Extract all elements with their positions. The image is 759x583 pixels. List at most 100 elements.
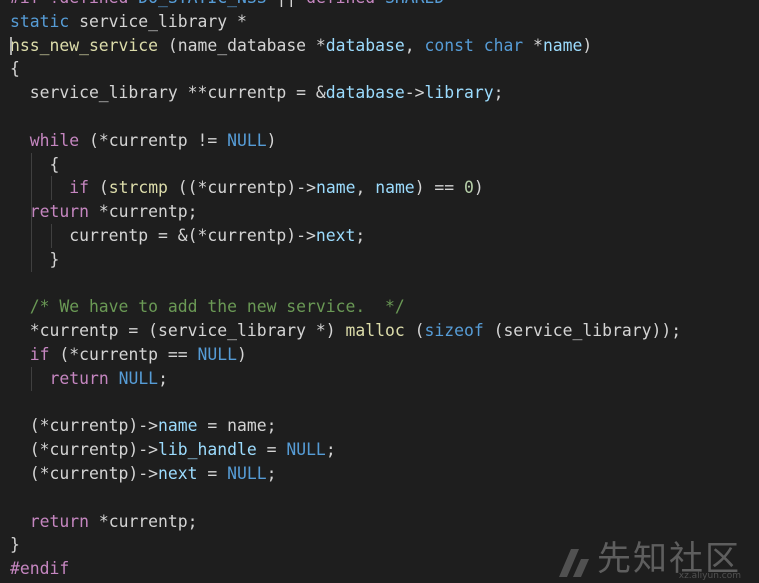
code-line: /* We have to add the new service. */ — [10, 295, 681, 319]
code-token: *currentp; — [88, 202, 198, 222]
code-token: service_library **currentp = & — [10, 83, 326, 103]
code-token: lib_handle — [158, 440, 257, 460]
code-token: ((*currentp)-> — [167, 178, 316, 198]
code-token: return — [29, 511, 89, 531]
watermark: 先知社区 xz.aliyun.com — [557, 539, 741, 581]
code-token: defined — [306, 0, 385, 7]
code-token: static — [10, 11, 80, 31]
watermark-url: xz.aliyun.com — [678, 571, 741, 581]
indent-guide — [30, 152, 32, 177]
code-editor[interactable]: #if !defined DO_STATIC_NSS || defined SH… — [0, 0, 759, 583]
code-token: ) == — [414, 178, 465, 198]
code-token: name — [315, 178, 356, 198]
code-token: } — [10, 535, 20, 555]
code-token: = — [256, 440, 287, 460]
code-token: strcmp — [108, 178, 168, 198]
code-token: NULL — [227, 463, 267, 483]
code-token: ; — [493, 83, 504, 103]
indent-guide — [50, 176, 52, 201]
code-line: return *currentp; — [10, 200, 681, 224]
code-token: (service_library)); — [483, 321, 682, 341]
code-token: ) — [266, 130, 277, 150]
code-token: ( — [404, 321, 425, 341]
code-token: ( — [88, 178, 109, 198]
code-token: || — [267, 0, 306, 7]
code-token: malloc — [345, 321, 405, 341]
text-cursor — [10, 36, 12, 55]
code-line: service_library **currentp = &database->… — [10, 81, 681, 105]
code-token: currentp = &(*currentp)-> — [10, 225, 316, 245]
code-token: (*currentp)-> — [10, 416, 159, 436]
code-token: nss_new_service — [10, 35, 159, 55]
indent-guide — [30, 247, 32, 272]
code-token: (*currentp)-> — [10, 463, 159, 483]
code-token: name — [158, 416, 198, 436]
code-token: { — [10, 59, 20, 79]
code-line: #if !defined DO_STATIC_NSS || defined SH… — [10, 0, 681, 10]
code-token: (name_database * — [158, 35, 326, 55]
code-token: database — [325, 35, 405, 55]
code-token: if — [29, 344, 50, 364]
code-token: if — [69, 178, 89, 198]
code-token: database — [325, 83, 405, 103]
code-line: return NULL; — [10, 366, 681, 391]
code-token: library — [424, 83, 494, 103]
code-token: 0 — [464, 178, 474, 198]
code-token: ) — [473, 178, 484, 198]
code-line: currentp = &(*currentp)->next; — [10, 223, 681, 248]
code-token: DO_STATIC_NSS — [138, 0, 266, 7]
code-token: const char — [424, 35, 524, 55]
code-token: next — [158, 463, 198, 483]
code-line: *currentp = (service_library *) malloc (… — [10, 319, 681, 343]
code-line: (*currentp)->lib_handle = NULL; — [10, 438, 681, 462]
code-token: /* We have to add the new service. */ — [10, 297, 405, 317]
code-token: NULL — [118, 368, 159, 388]
code-token: = — [197, 463, 228, 483]
code-line: while (*currentp != NULL) — [10, 129, 681, 153]
code-token: #if !defined — [10, 0, 138, 7]
code-token: ; — [158, 368, 168, 388]
code-line: (*currentp)->name = name; — [10, 414, 681, 438]
code-token: } — [10, 249, 60, 269]
code-line: static service_library * — [10, 10, 681, 34]
code-token: return — [49, 368, 109, 388]
code-token: service_library * — [79, 11, 247, 31]
code-token: ; — [355, 225, 366, 245]
code-token: name — [542, 35, 583, 55]
code-token: *currentp = (service_library *) — [10, 321, 346, 341]
code-token: , — [404, 35, 425, 55]
code-token: SHARED — [385, 0, 444, 7]
indent-guide — [50, 223, 52, 248]
code-token: -> — [404, 83, 425, 103]
code-token: ) — [582, 35, 593, 55]
code-line: if (strcmp ((*currentp)->name, name) == … — [10, 176, 681, 201]
indent-guide — [30, 176, 32, 201]
indent-guide — [30, 366, 32, 391]
code-lines: #if !defined DO_STATIC_NSS || defined SH… — [10, 0, 681, 581]
code-token: * — [523, 35, 543, 55]
code-token: #endif — [10, 559, 70, 579]
code-line: } — [10, 247, 681, 272]
code-line: { — [10, 152, 681, 177]
code-token: (*currentp)-> — [10, 440, 159, 460]
code-token: sizeof — [424, 321, 484, 341]
indent-guide — [30, 223, 32, 248]
code-token: NULL — [227, 130, 267, 150]
xianzhi-logo-icon — [559, 549, 589, 577]
code-line: { — [10, 57, 681, 81]
code-line: if (*currentp == NULL) — [10, 343, 681, 367]
code-line: return *currentp; — [10, 510, 681, 534]
code-token: name — [375, 178, 415, 198]
code-token: ) — [237, 344, 247, 364]
